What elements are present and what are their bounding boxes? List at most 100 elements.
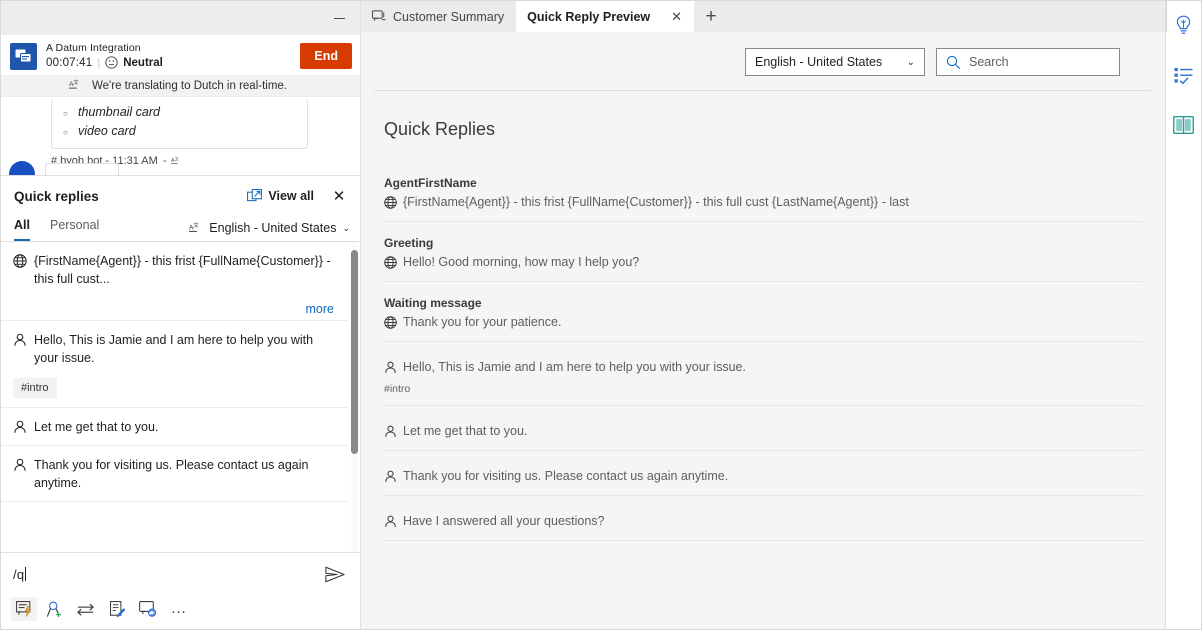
list-item[interactable]: {FirstName{Agent}} - this frist {FullNam… (1, 242, 348, 321)
translation-banner-text: We're translating to Dutch in real-time. (92, 80, 287, 92)
participant-avatar (9, 161, 35, 175)
person-icon (384, 361, 397, 374)
row-text-wrap: Thank you for your patience. (384, 314, 1143, 331)
more-commands-icon[interactable]: … (166, 597, 192, 621)
end-conversation-button[interactable]: End (300, 43, 352, 69)
person-icon (13, 333, 27, 347)
row-text: Hello, This is Jamie and I am here to he… (403, 359, 746, 376)
language-selector[interactable]: A 文 English - United States ⌄ (189, 221, 350, 241)
knowledge-articles-icon[interactable] (1169, 111, 1199, 139)
transfer-icon[interactable] (73, 597, 99, 621)
row-text: Let me get that to you. (403, 423, 527, 440)
quick-reply-line: {FirstName{Agent}} - this frist {FullNam… (13, 252, 334, 288)
table-row[interactable]: Have I answered all your questions? (384, 496, 1143, 541)
quick-replies-icon[interactable] (11, 597, 37, 621)
tab-quick-reply-preview[interactable]: Quick Reply Preview ✕ (516, 1, 694, 32)
page-title: Quick Replies (361, 91, 1171, 140)
search-input[interactable]: Search (936, 48, 1120, 76)
conversation-header: A Datum Integration 00:07:41 | Neutral E… (1, 35, 360, 75)
send-button[interactable] (322, 563, 348, 585)
composer-input-row[interactable]: /q (1, 553, 360, 593)
row-label: AgentFirstName (384, 176, 1143, 190)
view-all-button[interactable]: View all (247, 189, 314, 204)
chat-bubbles-icon (15, 49, 32, 64)
productivity-pane-icon[interactable] (1169, 11, 1199, 39)
message-input[interactable]: /q (13, 567, 322, 582)
agent-scripts-icon[interactable] (1169, 61, 1199, 89)
message-composer: /q (1, 552, 360, 630)
tab-personal[interactable]: Personal (50, 218, 99, 241)
consult-icon[interactable] (135, 597, 161, 621)
preview-controls: English - United States ⌄ Search (361, 32, 1171, 90)
translate-icon: A 文 (69, 79, 83, 92)
quick-replies-list[interactable]: {FirstName{Agent}} - this frist {FullNam… (1, 242, 360, 552)
chevron-down-icon: ⌄ (907, 57, 915, 68)
table-row[interactable]: Greeting Hello! Good morning, how may I … (384, 222, 1143, 282)
table-row[interactable]: Hello, This is Jamie and I am here to he… (384, 342, 1143, 406)
row-text-wrap: Thank you for visiting us. Please contac… (384, 468, 1143, 485)
new-tab-button[interactable]: + (694, 1, 728, 32)
send-icon (325, 566, 345, 583)
composer-toolbar: … (1, 593, 360, 630)
quick-reply-tag: #intro (13, 378, 57, 398)
tab-customer-summary[interactable]: Customer Summary (361, 1, 516, 32)
row-text: Have I answered all your questions? (403, 513, 605, 530)
list-item[interactable]: Hello, This is Jamie and I am here to he… (1, 321, 348, 408)
row-text: Thank you for visiting us. Please contac… (403, 468, 728, 485)
add-agent-glyph (46, 601, 64, 618)
add-agent-icon[interactable] (42, 597, 68, 621)
window-titlebar (1, 1, 360, 35)
globe-icon (13, 254, 27, 268)
partial-message-bubble (45, 163, 119, 175)
app-window: A Datum Integration 00:07:41 | Neutral E… (0, 0, 1202, 630)
quick-replies-header: Quick replies View all ✕ (1, 176, 360, 213)
consult-glyph (139, 601, 157, 617)
chat-transcript: thumbnail card video card # byob bot - 1… (1, 97, 360, 175)
list-item[interactable]: Let me get that to you. (1, 408, 348, 446)
svg-text:文: 文 (73, 79, 79, 86)
tab-all[interactable]: All (14, 218, 30, 241)
conversation-status: 00:07:41 | Neutral (46, 56, 300, 69)
rail-divider (1166, 1, 1167, 32)
table-row[interactable]: Thank you for visiting us. Please contac… (384, 451, 1143, 496)
more-link[interactable]: more (13, 302, 334, 316)
scrollbar-thumb[interactable] (351, 250, 358, 454)
quick-reply-text: Thank you for visiting us. Please contac… (34, 456, 334, 492)
person-icon (384, 470, 397, 483)
globe-icon (384, 316, 397, 329)
bot-card-item: video card (78, 122, 297, 141)
globe-icon (384, 256, 397, 269)
quick-reply-preview-body: English - United States ⌄ Search Quick R… (361, 32, 1171, 630)
bot-card-list: thumbnail card video card (62, 103, 297, 141)
person-icon (384, 425, 397, 438)
row-text-wrap: {FirstName{Agent}} - this frist {FullNam… (384, 194, 1143, 211)
notes-icon[interactable] (104, 597, 130, 621)
productivity-rail (1165, 1, 1201, 630)
quick-reply-text: {FirstName{Agent}} - this frist {FullNam… (34, 252, 334, 288)
row-text-wrap: Let me get that to you. (384, 423, 1143, 440)
person-icon (13, 420, 27, 434)
row-text-wrap: Have I answered all your questions? (384, 513, 1143, 530)
close-tab-icon[interactable]: ✕ (671, 9, 682, 25)
quick-reply-line: Thank you for visiting us. Please contac… (13, 456, 334, 492)
translate-icon: A 文 (189, 222, 203, 235)
checklist-icon (1174, 67, 1194, 84)
chat-icon (372, 10, 386, 23)
app-tabs-panel: Customer Summary Quick Reply Preview ✕ +… (361, 1, 1202, 630)
globe-icon (384, 196, 397, 209)
svg-text:文: 文 (194, 222, 200, 229)
language-dropdown-value: English - United States (755, 55, 882, 69)
language-dropdown[interactable]: English - United States ⌄ (745, 48, 925, 76)
svg-text:文: 文 (175, 156, 179, 161)
minimize-button[interactable] (318, 2, 360, 34)
table-row[interactable]: AgentFirstName {FirstName{Agent}} - this… (384, 176, 1143, 222)
table-row[interactable]: Waiting message Thank you for your patie… (384, 282, 1143, 342)
open-in-new-window-icon (247, 189, 262, 204)
list-item[interactable]: Thank you for visiting us. Please contac… (1, 446, 348, 502)
close-quick-replies-button[interactable]: ✕ (328, 185, 350, 207)
table-row[interactable]: Let me get that to you. (384, 406, 1143, 451)
row-tag: #intro (384, 383, 1143, 395)
bot-meta-dash: - (163, 155, 167, 167)
person-icon (13, 458, 27, 472)
quick-reply-text: Let me get that to you. (34, 418, 334, 436)
